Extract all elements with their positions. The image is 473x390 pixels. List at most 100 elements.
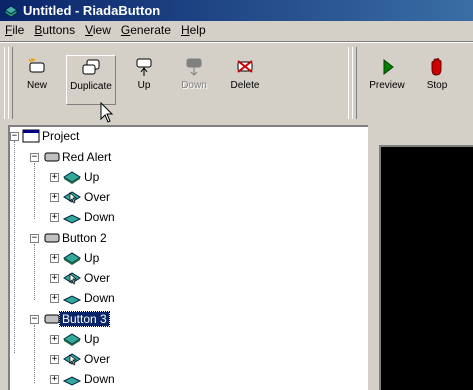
tree-label: Over: [84, 352, 111, 366]
state-up-icon: [63, 171, 81, 184]
tree-label: Button 3: [59, 311, 110, 327]
new-label: New: [26, 80, 47, 91]
menu-view-rest: iew: [92, 23, 111, 37]
up-button[interactable]: Up: [124, 55, 164, 103]
tree-line: [34, 163, 35, 219]
tree-node-state-up[interactable]: Up: [62, 330, 101, 348]
menu-view[interactable]: View: [80, 21, 116, 40]
tree-node-state-up[interactable]: Up: [62, 249, 101, 267]
state-down-icon: [62, 214, 82, 224]
state-over-icon: [63, 353, 81, 366]
menu-file-rest: ile: [12, 23, 25, 37]
tree-node-state-down[interactable]: Down: [62, 289, 117, 307]
menu-generate-rest: enerate: [130, 23, 171, 37]
button-icon: [44, 152, 60, 162]
expand-toggle[interactable]: +: [50, 274, 59, 283]
preview-canvas: [379, 145, 473, 390]
toolbar-grip-2: [8, 47, 13, 119]
down-label: Down: [181, 80, 207, 91]
menu-help-accel: H: [180, 23, 190, 37]
tree-line: [34, 325, 35, 383]
new-button[interactable]: New: [18, 55, 56, 103]
tree-label: Project: [42, 129, 80, 143]
delete-icon: [237, 60, 253, 73]
stop-hand-icon: [431, 58, 442, 76]
tree-label: Over: [84, 190, 111, 204]
delete-button[interactable]: Delete: [222, 55, 268, 103]
duplicate-label: Duplicate: [70, 81, 112, 92]
expand-toggle[interactable]: +: [50, 355, 59, 364]
menu-generate-accel: G: [120, 23, 131, 37]
toolbar-grip-4: [352, 47, 357, 119]
menu-file[interactable]: File: [0, 21, 29, 40]
tree-label: Button 2: [62, 231, 107, 245]
tree-label: Down: [84, 291, 115, 305]
up-label: Up: [137, 80, 151, 91]
toolbar: New Duplicate Up Down Delete Preview Sto…: [0, 43, 473, 123]
tree-node-state-over[interactable]: Over: [62, 188, 112, 206]
project-window-icon: [22, 129, 40, 143]
state-down-icon: [62, 376, 82, 386]
state-over-icon: [63, 191, 81, 204]
expand-toggle[interactable]: +: [50, 375, 59, 384]
down-button[interactable]: Down: [172, 55, 216, 103]
menu-buttons[interactable]: Buttons: [29, 21, 80, 40]
menu-view-accel: V: [85, 23, 93, 37]
preview-button[interactable]: Preview: [364, 55, 410, 103]
new-icon: [28, 58, 45, 73]
tree-node-state-down[interactable]: Down: [62, 370, 117, 388]
tree-node-state-down[interactable]: Down: [62, 208, 117, 226]
button-icon: [44, 233, 60, 243]
expand-toggle[interactable]: +: [50, 173, 59, 182]
tree-line: [34, 244, 35, 300]
tree-label: Down: [84, 210, 115, 224]
move-up-icon: [136, 58, 152, 76]
title-bar: Untitled - RiadaButton: [0, 0, 473, 21]
tree-node-button[interactable]: Button 2: [44, 229, 109, 247]
mouse-cursor-icon: [100, 102, 114, 123]
collapse-toggle[interactable]: −: [30, 153, 39, 162]
tree-node-project[interactable]: Project: [22, 127, 81, 145]
collapse-toggle[interactable]: −: [10, 132, 19, 141]
tree-node-button[interactable]: Red Alert: [44, 148, 113, 166]
tree-node-state-up[interactable]: Up: [62, 168, 101, 186]
stop-label: Stop: [426, 80, 448, 91]
menu-help[interactable]: Help: [176, 21, 211, 40]
tree-label: Up: [84, 251, 100, 265]
state-up-icon: [63, 252, 81, 265]
expand-toggle[interactable]: +: [50, 335, 59, 344]
tree-label: Up: [84, 170, 100, 184]
tree-line: [14, 141, 15, 353]
move-down-icon: [186, 58, 202, 76]
preview-label: Preview: [369, 80, 405, 91]
expand-toggle[interactable]: +: [50, 193, 59, 202]
state-up-icon: [63, 333, 81, 346]
duplicate-icon: [82, 59, 100, 75]
delete-label: Delete: [230, 80, 260, 91]
expand-toggle[interactable]: +: [50, 294, 59, 303]
expand-toggle[interactable]: +: [50, 254, 59, 263]
menu-generate[interactable]: Generate: [116, 21, 176, 40]
preview-pane: [375, 125, 473, 390]
menu-buttons-rest: uttons: [42, 23, 76, 37]
tree-node-button-selected[interactable]: Button 3: [44, 310, 110, 328]
menu-bar: File Buttons View Generate Help: [0, 21, 473, 40]
window-title: Untitled - RiadaButton: [23, 3, 161, 18]
tree-label: Down: [84, 372, 115, 386]
duplicate-button[interactable]: Duplicate: [66, 55, 116, 105]
menu-help-rest: elp: [189, 23, 206, 37]
tree-label: Over: [84, 271, 111, 285]
tree-label: Up: [84, 332, 100, 346]
collapse-toggle[interactable]: −: [30, 315, 39, 324]
stop-button[interactable]: Stop: [420, 55, 454, 103]
tree-label: Red Alert: [62, 150, 112, 164]
expand-toggle[interactable]: +: [50, 213, 59, 222]
tree-node-state-over[interactable]: Over: [62, 350, 112, 368]
state-down-icon: [62, 295, 82, 305]
project-tree[interactable]: − Project − Red Alert + Up + Over + Down…: [8, 125, 368, 390]
state-over-icon: [63, 272, 81, 285]
app-icon: [4, 4, 18, 18]
play-icon: [383, 58, 394, 76]
tree-node-state-over[interactable]: Over: [62, 269, 112, 287]
collapse-toggle[interactable]: −: [30, 234, 39, 243]
